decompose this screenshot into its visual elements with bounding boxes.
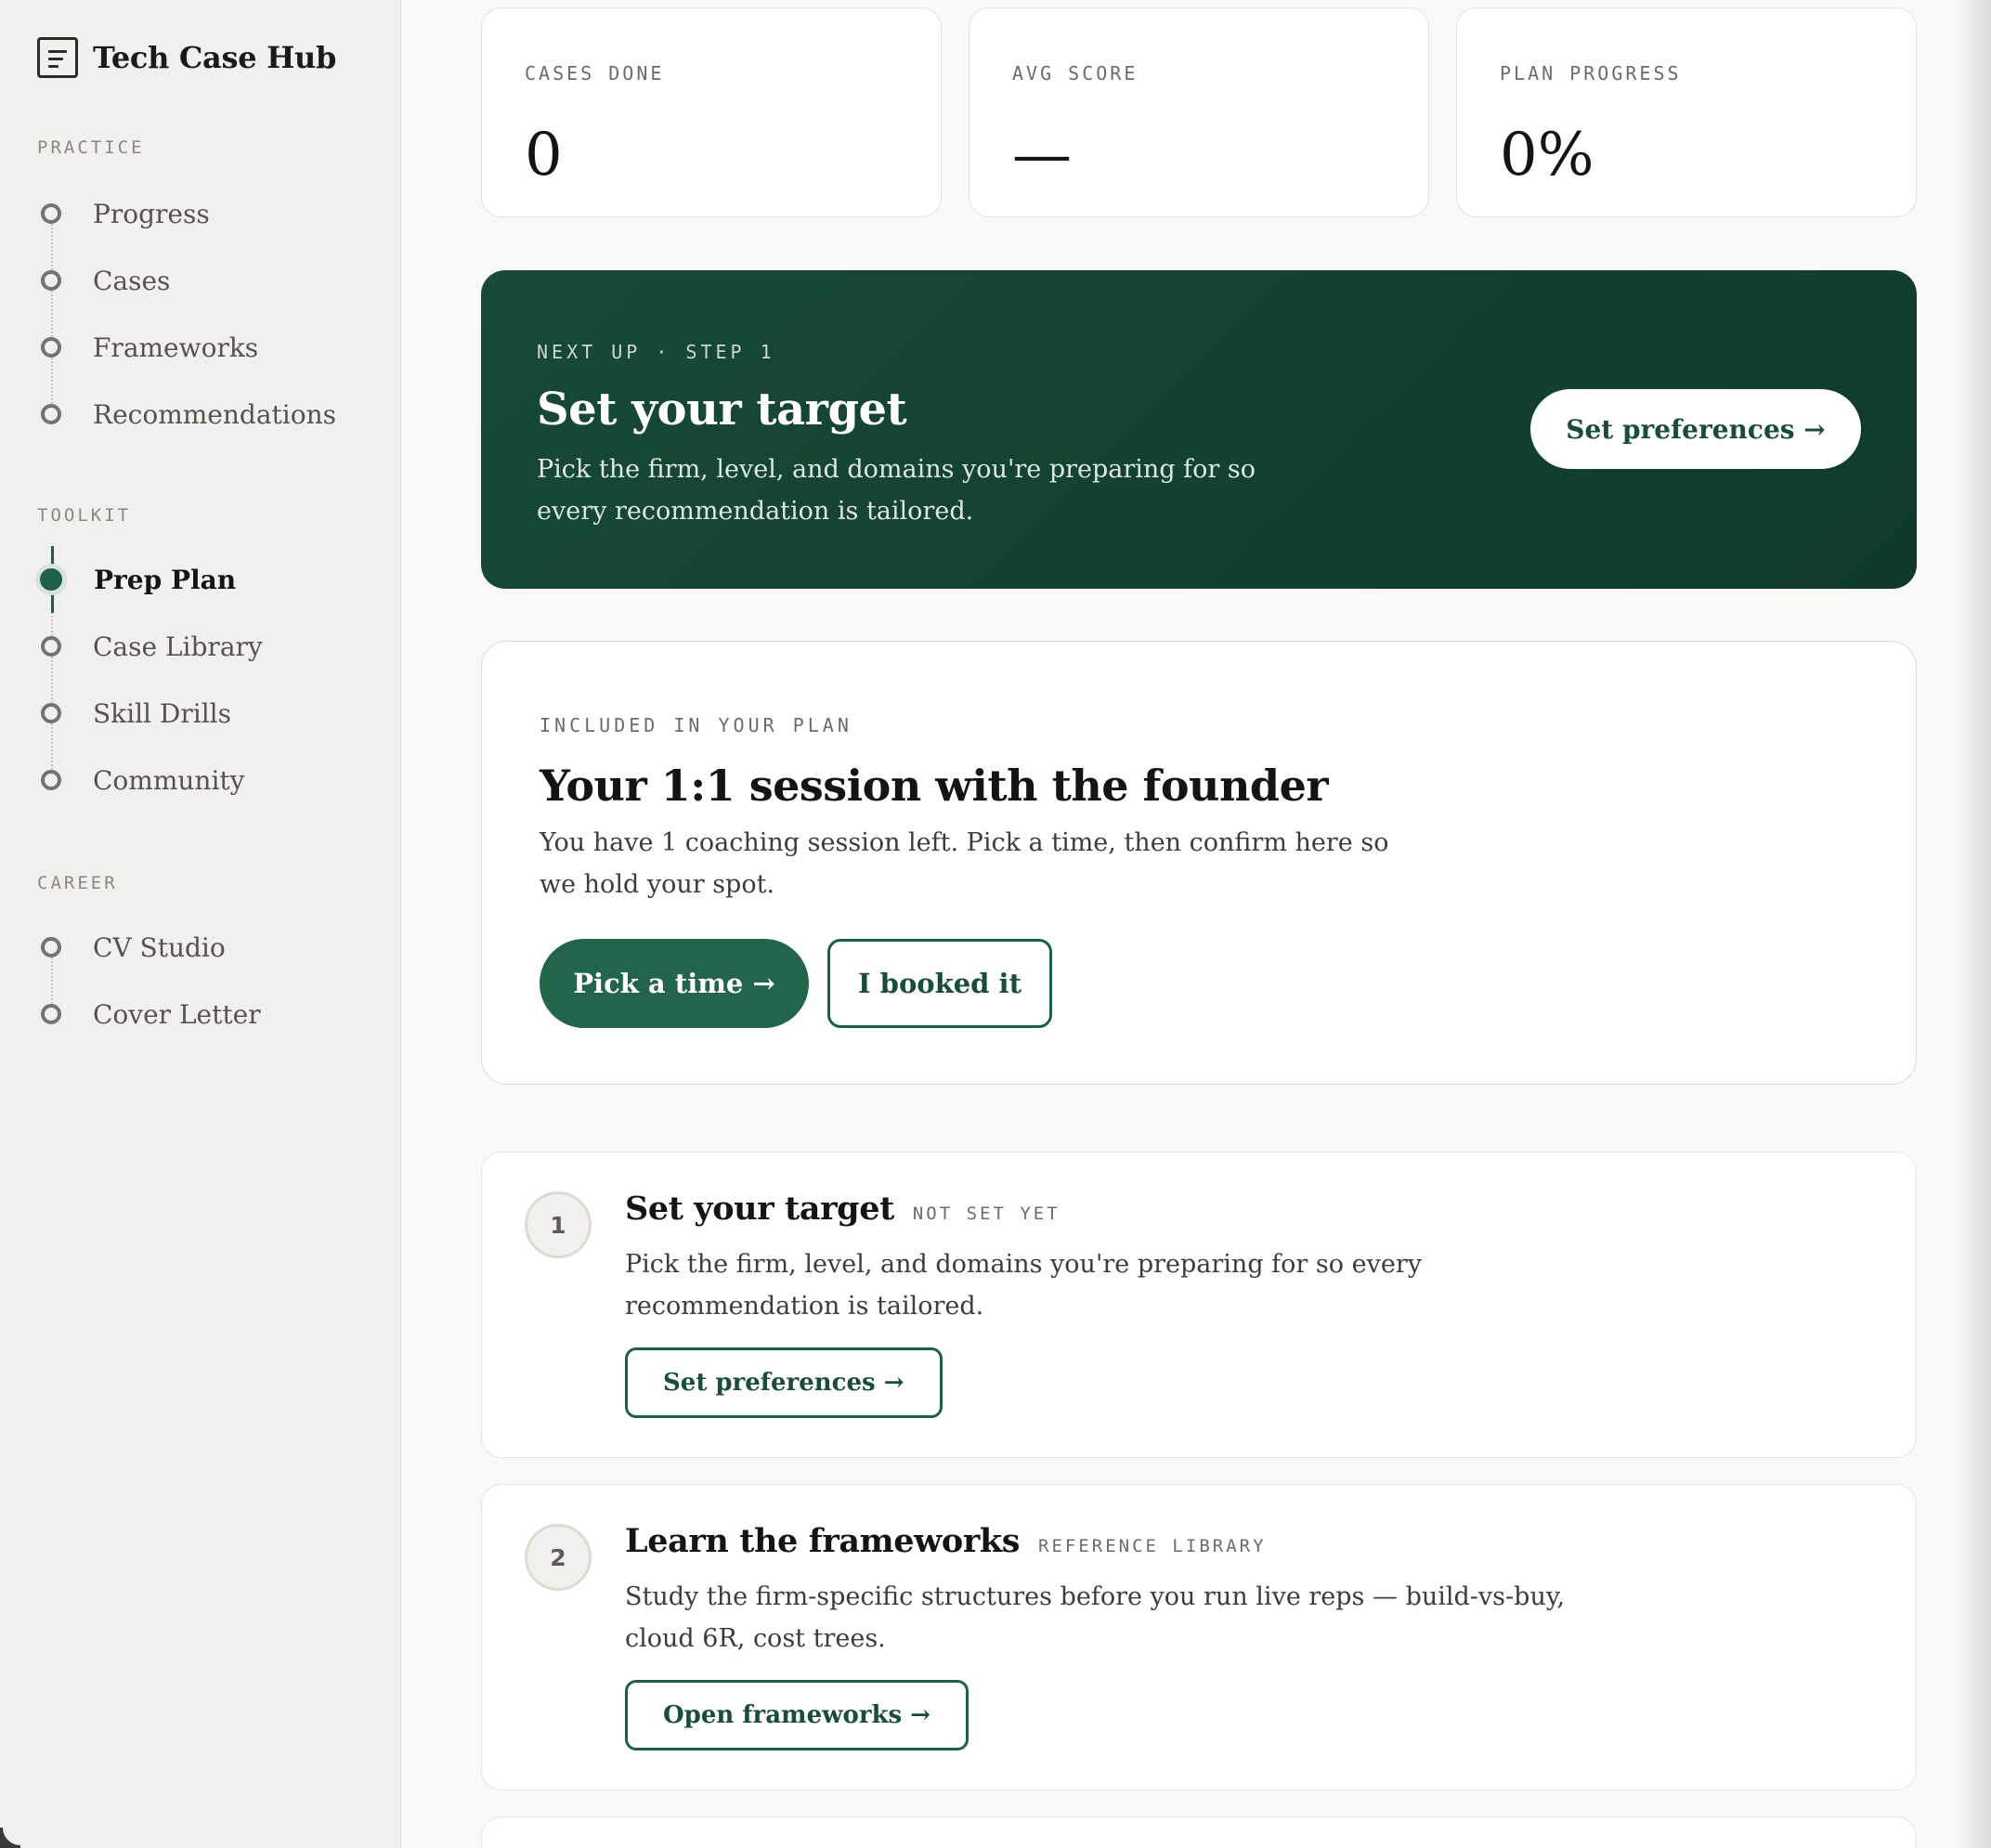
plan-step-3: [481, 1816, 1917, 1848]
page-edge-shadow: [1954, 0, 1991, 1848]
sidebar-item-community[interactable]: Community: [37, 747, 263, 813]
pick-a-time-button[interactable]: Pick a time →: [540, 939, 809, 1028]
next-up-banner: NEXT UP · STEP 1 Set your target Pick th…: [481, 270, 1917, 589]
brand-name: Tech Case Hub: [93, 40, 337, 75]
circle-icon: [41, 703, 61, 723]
step-title: Set your target: [625, 1190, 894, 1228]
sidebar-item-label: Progress: [93, 198, 210, 229]
document-icon: [37, 37, 78, 78]
i-booked-it-button[interactable]: I booked it: [827, 939, 1052, 1028]
sidebar-item-label: Prep Plan: [94, 564, 237, 595]
coaching-session-card: INCLUDED IN YOUR PLAN Your 1:1 session w…: [481, 641, 1917, 1085]
set-preferences-button[interactable]: Set preferences →: [1530, 389, 1861, 469]
stat-label: PLAN PROGRESS: [1500, 62, 1682, 85]
step-number-badge: 2: [525, 1524, 592, 1591]
circle-icon: [41, 937, 61, 957]
sidebar-item-label: Frameworks: [93, 332, 259, 363]
sidebar-item-skill-drills[interactable]: Skill Drills: [37, 680, 263, 747]
sidebar-item-recommendations[interactable]: Recommendations: [37, 381, 336, 448]
next-up-description: Pick the firm, level, and domains you're…: [537, 455, 1256, 526]
stat-value: —: [1012, 121, 1072, 189]
sidebar-item-cover-letter[interactable]: Cover Letter: [37, 981, 261, 1048]
step-number-badge: 1: [525, 1191, 592, 1258]
circle-icon: [41, 203, 61, 224]
step-description: Pick the firm, level, and domains you're…: [625, 1250, 1422, 1321]
sidebar-item-case-library[interactable]: Case Library: [37, 613, 263, 680]
open-frameworks-button[interactable]: Open frameworks →: [625, 1680, 969, 1750]
step-status-tag: REFERENCE LIBRARY: [1038, 1536, 1267, 1556]
session-title: Your 1:1 session with the founder: [540, 761, 1329, 811]
stat-card-cases-done: CASES DONE 0: [481, 7, 942, 217]
sidebar-item-progress[interactable]: Progress: [37, 180, 336, 247]
circle-icon: [41, 404, 61, 424]
sidebar-item-frameworks[interactable]: Frameworks: [37, 314, 336, 381]
circle-icon: [41, 270, 61, 291]
step-header: Learn the frameworks REFERENCE LIBRARY: [625, 1522, 1267, 1560]
next-up-eyebrow: NEXT UP · STEP 1: [537, 341, 775, 363]
circle-icon: [41, 770, 61, 790]
session-eyebrow: INCLUDED IN YOUR PLAN: [540, 714, 852, 736]
stat-card-avg-score: AVG SCORE —: [969, 7, 1429, 217]
window-corner: [0, 1828, 20, 1848]
step-description: Study the firm-specific structures befor…: [625, 1582, 1566, 1653]
sidebar-item-cases[interactable]: Cases: [37, 247, 336, 314]
nav-career: CV Studio Cover Letter: [37, 914, 261, 1048]
circle-icon: [41, 1004, 61, 1024]
step-title: Learn the frameworks: [625, 1522, 1021, 1560]
nav-practice: Progress Cases Frameworks Recommendation…: [37, 180, 336, 448]
next-up-title: Set your target: [537, 384, 907, 436]
step-status-tag: NOT SET YET: [912, 1204, 1061, 1224]
session-description: You have 1 coaching session left. Pick a…: [540, 828, 1389, 899]
plan-step-2: 2 Learn the frameworks REFERENCE LIBRARY…: [481, 1484, 1917, 1790]
stat-card-plan-progress: PLAN PROGRESS 0%: [1456, 7, 1917, 217]
sidebar-item-label: Community: [93, 764, 245, 796]
sidebar: Tech Case Hub PRACTICE Progress Cases Fr…: [0, 0, 401, 1848]
sidebar-item-label: Skill Drills: [93, 697, 231, 729]
sidebar-item-label: Recommendations: [93, 398, 336, 430]
step-set-preferences-button[interactable]: Set preferences →: [625, 1347, 943, 1418]
sidebar-item-label: CV Studio: [93, 931, 226, 963]
section-title-practice: PRACTICE: [37, 137, 145, 158]
section-title-toolkit: TOOLKIT: [37, 505, 132, 526]
sidebar-item-label: Case Library: [93, 631, 263, 662]
stat-label: CASES DONE: [525, 62, 665, 85]
step-header: Set your target NOT SET YET: [625, 1190, 1061, 1228]
sidebar-item-cv-studio[interactable]: CV Studio: [37, 914, 261, 981]
stat-value: 0: [525, 121, 563, 189]
stat-label: AVG SCORE: [1012, 62, 1139, 85]
sidebar-item-prep-plan[interactable]: Prep Plan: [37, 546, 263, 613]
plan-step-1: 1 Set your target NOT SET YET Pick the f…: [481, 1152, 1917, 1458]
circle-icon: [41, 337, 61, 358]
stat-value: 0%: [1500, 121, 1594, 189]
sidebar-item-label: Cover Letter: [93, 998, 261, 1030]
circle-icon: [41, 636, 61, 657]
brand[interactable]: Tech Case Hub: [37, 37, 336, 78]
nav-toolkit: Prep Plan Case Library Skill Drills Comm…: [37, 546, 263, 813]
section-title-career: CAREER: [37, 873, 118, 893]
active-dot-icon: [40, 568, 62, 591]
sidebar-item-label: Cases: [93, 265, 171, 296]
